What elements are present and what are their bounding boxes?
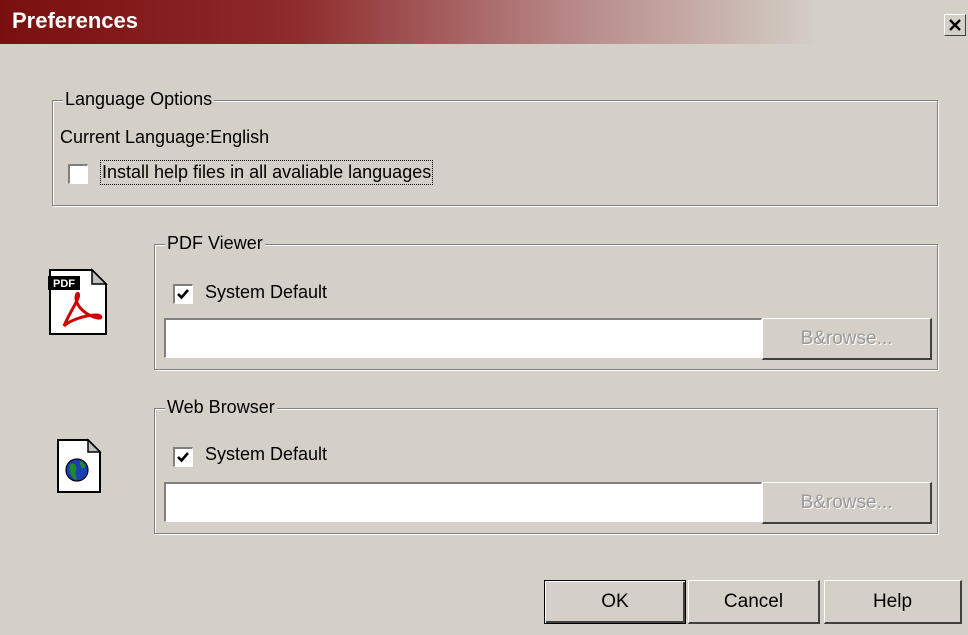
pdf-browse-button[interactable]: B&rowse... bbox=[762, 318, 932, 360]
title-bar: Preferences bbox=[0, 0, 968, 44]
web-document-globe-icon bbox=[54, 438, 104, 494]
web-browse-button[interactable]: B&rowse... bbox=[762, 482, 932, 524]
pdf-viewer-path-input[interactable] bbox=[164, 318, 762, 358]
pdf-document-icon: PDF bbox=[46, 268, 110, 338]
web-browser-path-input[interactable] bbox=[164, 482, 762, 522]
help-button[interactable]: Help bbox=[824, 580, 962, 624]
language-options-group: Language Options bbox=[52, 89, 938, 206]
web-system-default-label[interactable]: System Default bbox=[205, 444, 327, 465]
checkmark-icon bbox=[177, 289, 189, 300]
pdf-system-default-checkbox[interactable] bbox=[173, 284, 193, 304]
web-browser-legend: Web Browser bbox=[165, 397, 277, 418]
pdf-system-default-label[interactable]: System Default bbox=[205, 282, 327, 303]
ok-button[interactable]: OK bbox=[544, 580, 686, 624]
window-title: Preferences bbox=[12, 8, 138, 33]
pdf-icon-label: PDF bbox=[53, 278, 75, 290]
current-language-text: Current Language:English bbox=[60, 127, 270, 147]
close-button[interactable] bbox=[944, 14, 966, 36]
cancel-button[interactable]: Cancel bbox=[688, 580, 820, 624]
language-options-legend: Language Options bbox=[63, 89, 215, 110]
pdf-viewer-legend: PDF Viewer bbox=[165, 233, 265, 254]
install-help-label[interactable]: Install help files in all avaliable lang… bbox=[99, 160, 434, 185]
web-system-default-checkbox[interactable] bbox=[173, 447, 193, 467]
checkmark-icon bbox=[177, 452, 189, 463]
close-icon bbox=[949, 19, 961, 31]
install-help-checkbox[interactable] bbox=[68, 164, 88, 184]
